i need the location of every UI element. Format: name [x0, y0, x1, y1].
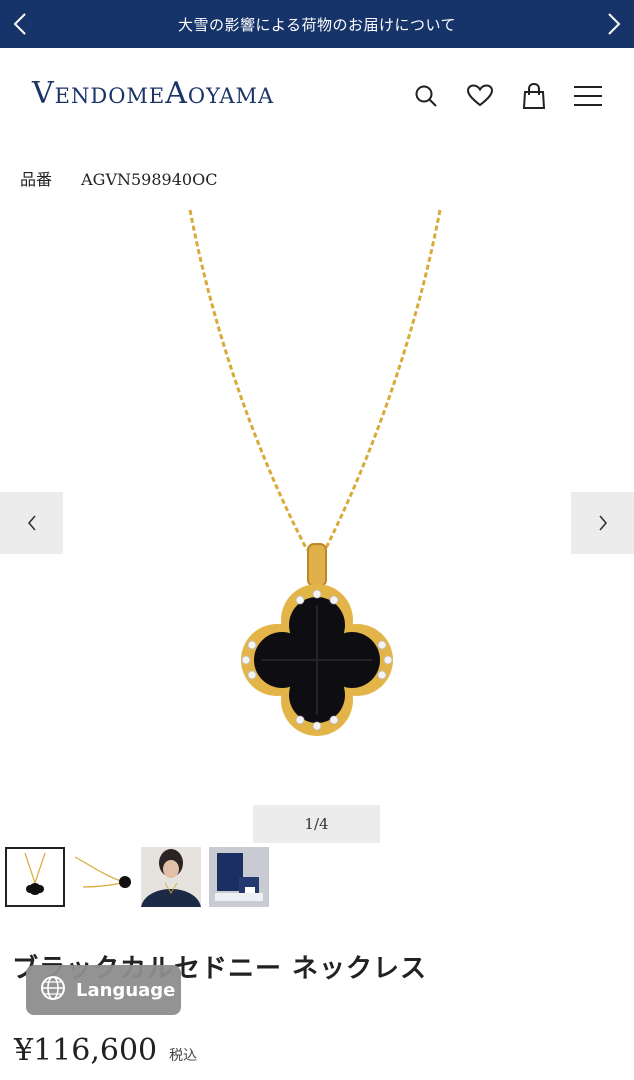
sku-label: 品番 — [20, 170, 53, 189]
notice-prev-arrow-icon[interactable] — [6, 10, 34, 38]
product-gallery[interactable] — [0, 200, 634, 800]
site-header: VendomeAoyama — [0, 48, 634, 144]
language-button[interactable]: Language — [26, 965, 181, 1015]
bag-icon[interactable] — [520, 82, 548, 110]
notice-next-arrow-icon[interactable] — [600, 10, 628, 38]
gallery-counter: 1/4 — [253, 805, 380, 843]
search-icon[interactable] — [412, 82, 440, 110]
globe-icon — [40, 975, 66, 1006]
notice-text[interactable]: 大雪の影響による荷物のお届けについて — [178, 14, 456, 35]
product-price: ¥116,600 — [14, 1033, 158, 1068]
heart-icon[interactable] — [466, 82, 494, 110]
thumbnail-necklace-front[interactable] — [5, 847, 65, 907]
thumbnail-necklace-side[interactable] — [73, 847, 133, 907]
language-label: Language — [76, 979, 176, 1001]
price-row: ¥116,600 税込 — [14, 1033, 197, 1068]
brand-logo[interactable]: VendomeAoyama — [32, 76, 274, 111]
thumbnail-model-wearing[interactable] — [141, 847, 201, 907]
gallery-next-arrow-icon[interactable] — [571, 492, 634, 554]
gallery-prev-arrow-icon[interactable] — [0, 492, 63, 554]
menu-icon[interactable] — [572, 82, 604, 110]
thumbnail-strip — [5, 847, 269, 907]
necklace-image — [188, 209, 442, 736]
thumbnail-packaging[interactable] — [209, 847, 269, 907]
notice-bar[interactable]: 大雪の影響による荷物のお届けについて — [0, 0, 634, 48]
sku-row: 品番 AGVN598940OC — [20, 166, 217, 190]
sku-value: AGVN598940OC — [81, 170, 218, 189]
tax-label: 税込 — [169, 1048, 198, 1064]
